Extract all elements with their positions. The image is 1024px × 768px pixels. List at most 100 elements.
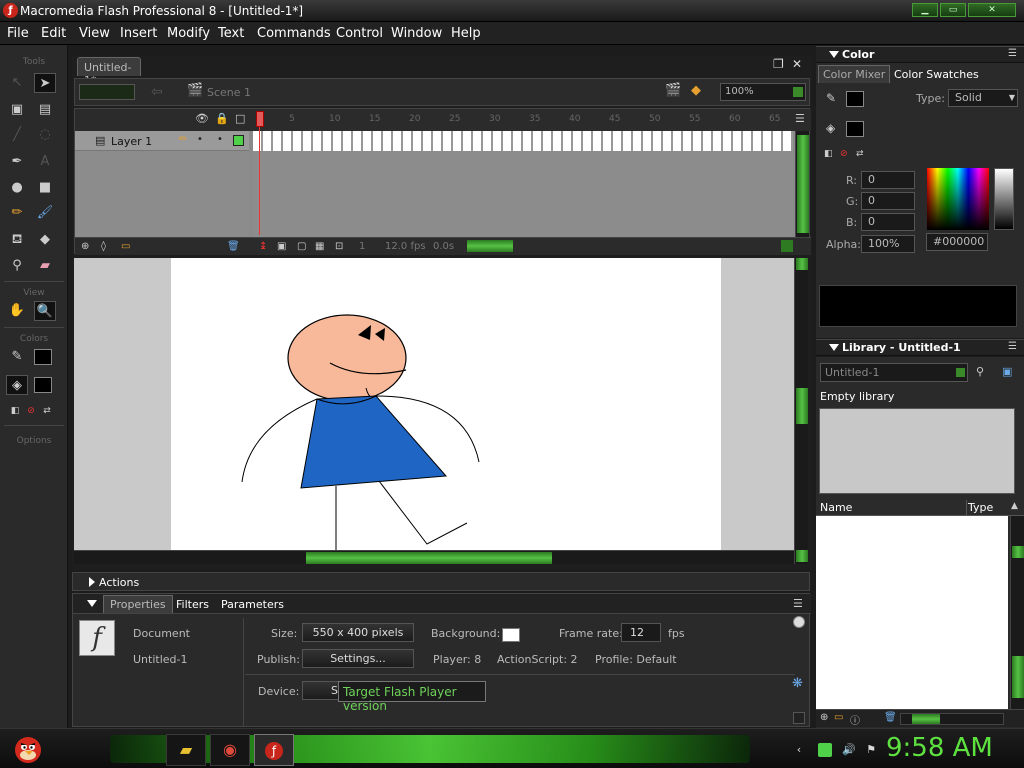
- selection-tool-icon[interactable]: ↖: [6, 73, 28, 93]
- color-panel-header[interactable]: Color ☰: [816, 46, 1024, 63]
- subselection-tool-icon[interactable]: ➤: [34, 73, 56, 93]
- scrollbar-thumb[interactable]: [306, 552, 552, 564]
- new-folder-icon[interactable]: ▭: [834, 712, 843, 723]
- swap-colors-icon[interactable]: ⇄: [36, 401, 58, 421]
- scrollbar-thumb[interactable]: [797, 135, 809, 233]
- figure-head[interactable]: [287, 314, 407, 402]
- tab-properties[interactable]: Properties: [103, 595, 173, 613]
- tab-color-mixer[interactable]: Color Mixer: [818, 65, 891, 83]
- menu-view[interactable]: View: [79, 26, 110, 41]
- add-guide-icon[interactable]: ◊: [101, 241, 106, 252]
- library-panel-header[interactable]: Library - Untitled-1 ☰: [816, 339, 1024, 356]
- frame-cells[interactable]: [253, 131, 793, 151]
- settings-button[interactable]: Settings...: [302, 649, 414, 668]
- type-dropdown[interactable]: Solid ▼: [948, 89, 1018, 107]
- onion-markers-icon[interactable]: ⊡: [335, 241, 343, 252]
- menu-modify[interactable]: Modify: [167, 26, 210, 41]
- playhead[interactable]: [256, 111, 264, 237]
- panel-menu-icon[interactable]: ☰: [793, 597, 803, 610]
- library-list[interactable]: [816, 516, 1008, 709]
- actions-panel-header[interactable]: Actions: [72, 572, 810, 591]
- background-color-swatch[interactable]: [502, 628, 520, 642]
- taskbar-flash-button[interactable]: ƒ: [254, 734, 294, 766]
- back-arrow-icon[interactable]: ⇦: [151, 84, 163, 100]
- menu-insert[interactable]: Insert: [120, 26, 157, 41]
- timeline-menu-icon[interactable]: ☰: [795, 112, 805, 125]
- timeline-toggle-button[interactable]: [79, 84, 135, 100]
- stage-hscroll[interactable]: [74, 550, 794, 564]
- alpha-input[interactable]: 100%: [861, 235, 915, 253]
- lasso-tool-icon[interactable]: ◌: [34, 125, 56, 145]
- edit-scene-icon[interactable]: 🎬: [665, 83, 681, 98]
- rectangle-tool-icon[interactable]: ■: [34, 178, 56, 198]
- menu-commands[interactable]: Commands: [257, 26, 331, 41]
- onion-skin-icon[interactable]: ▣: [277, 241, 286, 252]
- onion-outlines-icon[interactable]: ▢: [297, 241, 306, 252]
- timeline-scrollbar[interactable]: [795, 131, 809, 237]
- ink-bottle-tool-icon[interactable]: ⛾: [6, 230, 28, 250]
- fill-color-icon[interactable]: ◈: [6, 375, 28, 395]
- close-button[interactable]: ✕: [968, 3, 1016, 17]
- hex-input[interactable]: #000000: [926, 233, 988, 251]
- start-button[interactable]: [12, 731, 44, 765]
- taskbar-explorer-button[interactable]: ▰: [166, 734, 206, 766]
- paint-bucket-tool-icon[interactable]: ◆: [34, 230, 56, 250]
- outline-layers-icon[interactable]: □: [235, 112, 245, 125]
- tab-color-swatches[interactable]: Color Swatches: [894, 68, 979, 81]
- scroll-up-icon[interactable]: [1012, 546, 1024, 558]
- eraser-tool-icon[interactable]: ▰: [34, 256, 56, 276]
- text-tool-icon[interactable]: A: [34, 152, 56, 172]
- fill-color-swatch[interactable]: [34, 377, 52, 393]
- scrollbar-thumb[interactable]: [1012, 656, 1024, 698]
- document-tab[interactable]: Untitled-1*: [77, 57, 141, 87]
- gradient-transform-tool-icon[interactable]: ▤: [34, 100, 56, 120]
- network-icon[interactable]: [818, 743, 832, 757]
- lock-layers-icon[interactable]: 🔒: [215, 112, 229, 125]
- color-spectrum[interactable]: [927, 168, 989, 230]
- minimize-button[interactable]: ▁: [912, 3, 938, 17]
- action-center-icon[interactable]: ⚑: [864, 743, 878, 757]
- no-color-icon[interactable]: ⊘: [840, 149, 848, 159]
- delete-icon[interactable]: 🗑: [884, 712, 897, 723]
- menu-edit[interactable]: Edit: [41, 26, 66, 41]
- tab-filters[interactable]: Filters: [176, 598, 209, 611]
- panel-menu-icon[interactable]: ☰: [1008, 341, 1017, 352]
- device-settings-button[interactable]: S: [302, 681, 342, 700]
- document-restore-icon[interactable]: ❐: [773, 57, 784, 71]
- visibility-dot-icon[interactable]: •: [197, 134, 203, 145]
- scrollbar-thumb[interactable]: [912, 714, 940, 724]
- pencil-tool-icon[interactable]: ✏: [6, 203, 28, 223]
- scroll-up-icon[interactable]: [796, 258, 808, 270]
- resize-corner-icon[interactable]: [793, 712, 805, 724]
- add-folder-icon[interactable]: ▭: [121, 241, 130, 252]
- new-library-panel-icon[interactable]: ▣: [1002, 365, 1012, 378]
- scroll-down-icon[interactable]: [796, 550, 808, 562]
- show-hide-layers-icon[interactable]: 👁: [195, 112, 209, 125]
- library-scrollbar[interactable]: [1010, 516, 1024, 709]
- menu-control[interactable]: Control: [336, 26, 383, 41]
- column-name[interactable]: Name: [820, 501, 852, 514]
- volume-icon[interactable]: 🔊: [842, 743, 856, 757]
- center-frame-icon[interactable]: ↨: [259, 241, 267, 252]
- green-input[interactable]: 0: [861, 192, 915, 210]
- new-symbol-icon[interactable]: ⊕: [820, 712, 828, 723]
- timeline-hscroll-right-icon[interactable]: [781, 240, 793, 252]
- accessibility-icon[interactable]: ❋: [792, 676, 803, 691]
- pen-tool-icon[interactable]: ✒: [6, 152, 28, 172]
- outline-color-icon[interactable]: [233, 135, 244, 146]
- stage[interactable]: [171, 258, 721, 550]
- clock[interactable]: 9:58 AM: [886, 733, 993, 763]
- properties-icon[interactable]: ⓘ: [850, 712, 860, 727]
- scene-label[interactable]: Scene 1: [207, 86, 251, 99]
- stroke-color-swatch[interactable]: [34, 349, 52, 365]
- size-button[interactable]: 550 x 400 pixels: [302, 623, 414, 642]
- menu-window[interactable]: Window: [391, 26, 442, 41]
- edit-multiple-icon[interactable]: ▦: [315, 241, 324, 252]
- flash-app-icon[interactable]: ƒ: [3, 3, 18, 18]
- menu-file[interactable]: File: [7, 26, 29, 41]
- frame-rate-input[interactable]: 12: [621, 623, 661, 642]
- menu-help[interactable]: Help: [451, 26, 481, 41]
- oval-tool-icon[interactable]: ●: [6, 178, 28, 198]
- figure-leg-right[interactable]: [378, 480, 468, 545]
- brightness-slider[interactable]: [994, 168, 1014, 230]
